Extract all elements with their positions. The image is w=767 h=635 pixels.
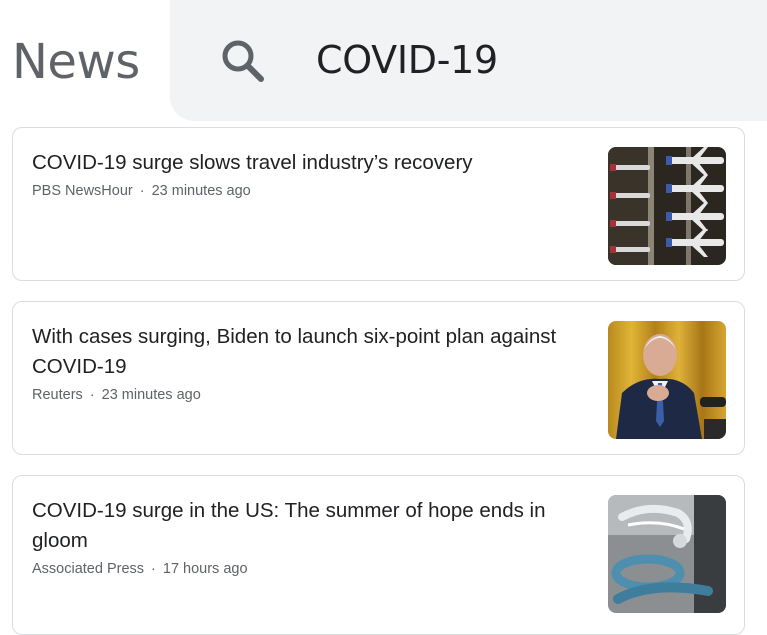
search-bar[interactable]: COVID-19 bbox=[170, 0, 767, 121]
article-meta: Reuters · 23 minutes ago bbox=[32, 386, 201, 404]
app-header: News COVID-19 bbox=[0, 0, 767, 122]
article-time: 23 minutes ago bbox=[101, 387, 201, 403]
meta-separator: · bbox=[139, 183, 145, 199]
meta-separator: · bbox=[151, 561, 156, 577]
article-source: PBS NewsHour bbox=[32, 183, 133, 199]
news-card[interactable]: COVID-19 surge slows travel industry’s r… bbox=[12, 127, 745, 281]
news-card[interactable]: COVID-19 surge in the US: The summer of … bbox=[12, 475, 745, 635]
meta-separator: · bbox=[89, 387, 95, 403]
search-icon[interactable] bbox=[218, 36, 268, 86]
search-query-text[interactable]: COVID-19 bbox=[316, 35, 498, 85]
article-title[interactable]: COVID-19 surge in the US: The summer of … bbox=[32, 496, 592, 556]
article-title[interactable]: COVID-19 surge slows travel industry’s r… bbox=[32, 148, 592, 178]
article-title[interactable]: With cases surging, Biden to launch six-… bbox=[32, 322, 592, 382]
app-brand-title[interactable]: News bbox=[12, 34, 140, 90]
medical-equipment-image[interactable] bbox=[608, 495, 726, 613]
article-time: 23 minutes ago bbox=[151, 183, 251, 199]
article-time: 17 hours ago bbox=[162, 561, 248, 577]
article-source: Associated Press bbox=[32, 561, 145, 577]
airplanes-parked-image[interactable] bbox=[608, 147, 726, 265]
article-source: Reuters bbox=[32, 387, 83, 403]
biden-speaking-image[interactable] bbox=[608, 321, 726, 439]
article-meta: PBS NewsHour · 23 minutes ago bbox=[32, 182, 251, 200]
news-card[interactable]: With cases surging, Biden to launch six-… bbox=[12, 301, 745, 455]
article-meta: Associated Press · 17 hours ago bbox=[32, 560, 248, 578]
